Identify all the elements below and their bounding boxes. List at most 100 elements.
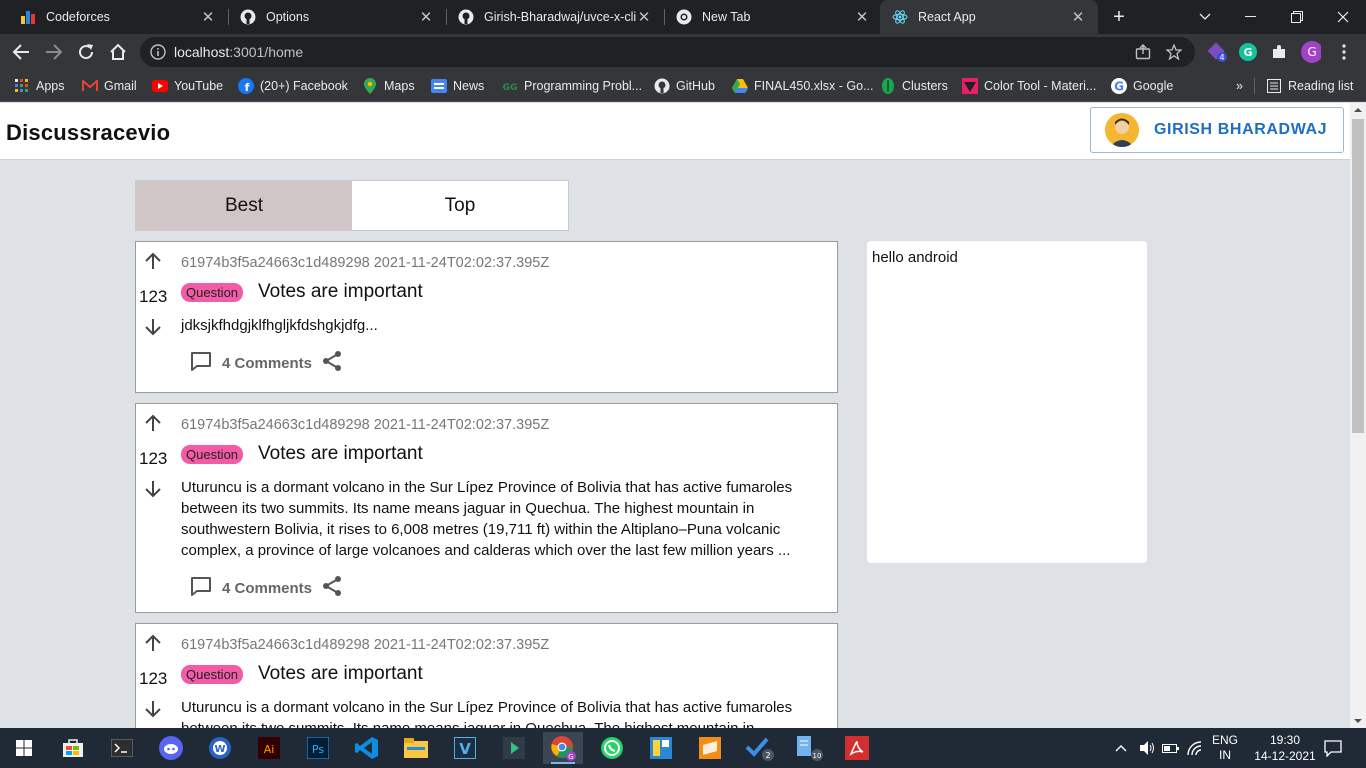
upvote-arrow-icon[interactable] bbox=[144, 634, 162, 657]
downvote-arrow-icon[interactable] bbox=[144, 318, 162, 341]
language-code: ENG bbox=[1212, 733, 1239, 747]
bookmark-final450[interactable]: FINAL450.xlsx - Go... bbox=[732, 77, 873, 95]
bookmarks-bar: Apps Gmail YouTube f (20+) Facebook Maps… bbox=[0, 70, 1366, 102]
address-bar[interactable]: localhost:3001/home bbox=[140, 37, 1195, 67]
mobaxterm-icon[interactable] bbox=[494, 732, 534, 764]
bookmark-google[interactable]: G Google bbox=[1111, 77, 1173, 95]
bookmark-youtube[interactable]: YouTube bbox=[152, 77, 223, 95]
bookmark-news[interactable]: News bbox=[431, 77, 484, 95]
restore-button[interactable] bbox=[1274, 0, 1320, 34]
whatsapp-icon[interactable] bbox=[592, 732, 632, 764]
comment-icon[interactable] bbox=[190, 351, 212, 376]
minimize-button[interactable] bbox=[1228, 0, 1274, 34]
close-tab-icon[interactable]: ✕ bbox=[854, 8, 870, 26]
acrobat-icon[interactable] bbox=[837, 732, 877, 764]
brand-logo[interactable]: Discussracevio bbox=[6, 120, 170, 146]
new-tab-button[interactable]: + bbox=[1107, 5, 1131, 29]
bookmark-maps[interactable]: Maps bbox=[362, 77, 415, 95]
browser-tab-react-app[interactable]: React App ✕ bbox=[880, 0, 1098, 34]
photos-icon[interactable] bbox=[641, 732, 681, 764]
tab-top[interactable]: Top bbox=[352, 181, 568, 230]
post-title[interactable]: Votes are important bbox=[258, 663, 423, 685]
illustrator-icon[interactable]: Ai bbox=[249, 732, 289, 764]
reload-button[interactable] bbox=[74, 40, 98, 64]
share-icon[interactable] bbox=[1135, 44, 1151, 65]
back-arrow-icon bbox=[12, 44, 29, 60]
notification-icon[interactable] bbox=[1324, 728, 1342, 768]
close-tab-icon[interactable]: ✕ bbox=[1070, 8, 1086, 26]
photoshop-icon[interactable]: Ps bbox=[298, 732, 338, 764]
upvote-arrow-icon[interactable] bbox=[144, 414, 162, 437]
language-indicator[interactable]: ENG IN bbox=[1212, 728, 1238, 768]
vscode-icon[interactable] bbox=[347, 732, 387, 764]
share-icon[interactable] bbox=[322, 575, 342, 602]
todo-icon[interactable]: 2 bbox=[739, 732, 779, 764]
reading-list-button[interactable]: Reading list bbox=[1266, 77, 1353, 95]
back-button[interactable] bbox=[9, 40, 33, 64]
downvote-arrow-icon[interactable] bbox=[144, 700, 162, 723]
clusters-icon bbox=[880, 78, 896, 94]
close-tab-icon[interactable]: ✕ bbox=[418, 8, 434, 26]
browser-tab-options[interactable]: Options ✕ bbox=[228, 0, 446, 34]
tab-search-icon[interactable] bbox=[1182, 0, 1228, 34]
bookmark-star-icon[interactable] bbox=[1165, 43, 1183, 65]
grammarly-icon[interactable]: G bbox=[1238, 42, 1258, 62]
news-icon bbox=[431, 78, 447, 94]
github-icon bbox=[458, 9, 474, 25]
extensions-puzzle-icon[interactable] bbox=[1269, 42, 1289, 62]
whiteboard-icon[interactable]: W bbox=[200, 732, 240, 764]
wifi-icon[interactable] bbox=[1186, 728, 1204, 768]
upvote-arrow-icon[interactable] bbox=[144, 252, 162, 275]
scrollbar-thumb[interactable] bbox=[1352, 119, 1364, 433]
downvote-arrow-icon[interactable] bbox=[144, 480, 162, 503]
comments-link[interactable]: 4 Comments bbox=[222, 580, 312, 597]
notepad-icon[interactable]: 10 bbox=[788, 732, 828, 764]
svg-text:Ps: Ps bbox=[312, 743, 324, 756]
menu-kebab-icon[interactable] bbox=[1334, 42, 1354, 62]
comments-link[interactable]: 4 Comments bbox=[222, 355, 312, 372]
tray-chevron-icon[interactable] bbox=[1114, 728, 1128, 768]
browser-tab-codeforces[interactable]: Codeforces ✕ bbox=[8, 0, 228, 34]
windows-start-icon[interactable] bbox=[4, 732, 44, 764]
close-tab-icon[interactable]: ✕ bbox=[200, 8, 216, 26]
file-explorer-icon[interactable] bbox=[396, 732, 436, 764]
page-scrollbar[interactable] bbox=[1350, 103, 1366, 728]
discord-icon[interactable] bbox=[151, 732, 191, 764]
store-icon[interactable] bbox=[53, 732, 93, 764]
close-tab-icon[interactable]: ✕ bbox=[636, 8, 652, 26]
clock[interactable]: 19:30 14-12-2021 bbox=[1248, 728, 1322, 768]
battery-icon[interactable] bbox=[1162, 728, 1180, 768]
user-avatar bbox=[1105, 113, 1139, 147]
bookmark-github[interactable]: GitHub bbox=[654, 77, 715, 95]
share-icon[interactable] bbox=[322, 350, 342, 377]
post-title[interactable]: Votes are important bbox=[258, 443, 423, 465]
post-title[interactable]: Votes are important bbox=[258, 281, 423, 303]
profile-avatar[interactable]: G bbox=[1301, 41, 1321, 63]
browser-tab-github-repo[interactable]: Girish-Bharadwaj/uvce-x-clie ✕ bbox=[446, 0, 664, 34]
bookmark-apps[interactable]: Apps bbox=[14, 77, 65, 95]
browser-tab-new-tab[interactable]: New Tab ✕ bbox=[664, 0, 882, 34]
volume-icon[interactable] bbox=[1138, 728, 1156, 768]
extension-icon[interactable]: 4 bbox=[1207, 42, 1227, 62]
user-profile-button[interactable]: GIRISH BHARADWAJ bbox=[1090, 107, 1344, 153]
site-info-icon[interactable] bbox=[150, 44, 166, 65]
home-button[interactable] bbox=[106, 40, 130, 64]
comment-icon[interactable] bbox=[190, 576, 212, 601]
chrome-taskbar-icon[interactable]: G bbox=[543, 732, 583, 764]
bookmark-color-tool[interactable]: Color Tool - Materi... bbox=[962, 77, 1096, 95]
tab-best[interactable]: Best bbox=[136, 181, 352, 230]
url-host: localhost bbox=[174, 44, 230, 60]
forward-button[interactable] bbox=[42, 40, 66, 64]
v-app-icon[interactable]: V bbox=[445, 732, 485, 764]
bookmark-facebook[interactable]: f (20+) Facebook bbox=[238, 77, 348, 95]
bookmark-programming-problems[interactable]: GG Programming Probl... bbox=[502, 77, 643, 95]
bookmark-gmail[interactable]: Gmail bbox=[82, 77, 137, 95]
close-window-button[interactable] bbox=[1320, 0, 1366, 34]
vote-count: 123 bbox=[139, 449, 168, 468]
sublime-icon[interactable] bbox=[690, 732, 730, 764]
github-icon bbox=[240, 9, 256, 25]
terminal-icon[interactable] bbox=[102, 732, 142, 764]
more-bookmarks-icon[interactable]: » bbox=[1236, 77, 1243, 95]
sidebar-card: hello android bbox=[867, 241, 1147, 563]
bookmark-clusters[interactable]: Clusters bbox=[880, 77, 948, 95]
